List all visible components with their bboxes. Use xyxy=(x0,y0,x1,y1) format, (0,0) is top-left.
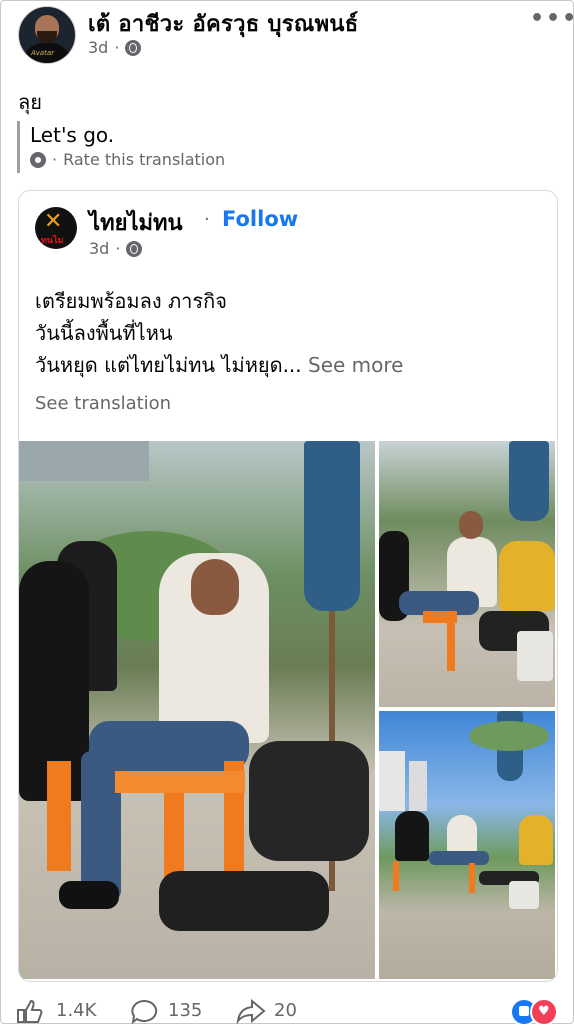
translated-text: Let's go. xyxy=(30,123,115,147)
see-more-link[interactable]: See more xyxy=(308,353,403,377)
globe-icon[interactable] xyxy=(126,240,143,257)
more-options-button[interactable]: ••• xyxy=(530,6,574,31)
comment-count[interactable]: 135 xyxy=(168,1000,202,1021)
follow-button[interactable]: Follow xyxy=(222,207,298,231)
like-count[interactable]: 1.4K xyxy=(56,1000,96,1021)
gear-icon[interactable] xyxy=(30,151,46,168)
photo-bottom-right[interactable] xyxy=(379,711,555,979)
shared-time[interactable]: 3d xyxy=(89,239,109,258)
shared-text-line-2: วันนี้ลงพื้นที่ไหน xyxy=(35,321,173,345)
shared-meta: 3d · xyxy=(89,239,143,258)
shared-post-card[interactable]: ✕ ทนไม ไทยไม่ทน · Follow 3d · เตรียมพร้อม… xyxy=(18,190,558,982)
rate-translation-link[interactable]: Rate this translation xyxy=(63,150,225,169)
author-name[interactable]: เต้ อาชีวะ อัครวุธ บุรณพนธ์ xyxy=(88,6,358,41)
see-translation-link[interactable]: See translation xyxy=(35,393,171,414)
page-avatar[interactable]: ✕ ทนไม xyxy=(35,207,77,249)
share-count[interactable]: 20 xyxy=(274,1000,297,1021)
shared-text-line-3: วันหยุด แต่ไทยไม่ทน ไม่หยุด... See more xyxy=(35,349,403,381)
love-reaction-icon: ♥ xyxy=(530,998,558,1026)
rate-translation[interactable]: · Rate this translation xyxy=(30,150,225,169)
follow-separator: · xyxy=(204,209,210,230)
shared-text-line-1: เตรียมพร้อมลง ภารกิจ xyxy=(35,289,227,313)
meta-dot: · xyxy=(114,38,120,57)
shared-text-line-3-text: วันหยุด แต่ไทยไม่ทน ไม่หยุด... xyxy=(35,353,302,377)
globe-icon[interactable] xyxy=(125,39,142,56)
translation-bar xyxy=(17,121,20,173)
comment-icon[interactable] xyxy=(130,998,160,1024)
shared-meta-dot: · xyxy=(115,239,121,258)
photo-top-right[interactable] xyxy=(379,441,555,707)
author-avatar[interactable]: Avatar xyxy=(18,6,76,64)
rate-dot: · xyxy=(52,150,58,169)
share-icon[interactable] xyxy=(236,998,266,1024)
page-name[interactable]: ไทยไม่ทน xyxy=(89,205,183,240)
post-text: ลุย xyxy=(18,90,42,114)
post-meta: 3d · xyxy=(88,38,142,57)
photo-main[interactable] xyxy=(19,441,375,979)
like-icon[interactable] xyxy=(16,998,46,1024)
post-time[interactable]: 3d xyxy=(88,38,108,57)
